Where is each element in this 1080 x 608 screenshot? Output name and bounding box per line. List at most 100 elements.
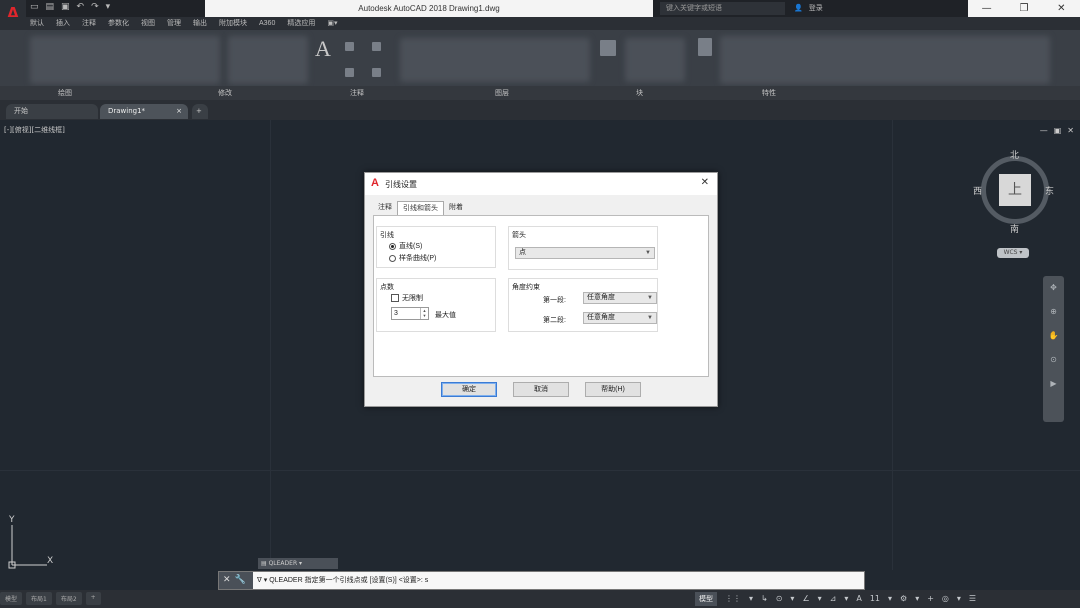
tab-more[interactable]: ▣▾ — [327, 17, 337, 30]
add-layout-button[interactable]: + — [85, 592, 101, 605]
model-space-button[interactable]: 模型 — [695, 592, 717, 606]
tab-attachment[interactable]: 附着 — [444, 201, 468, 215]
workspace-gear-icon[interactable]: ⚙ — [900, 592, 907, 606]
max-points-stepper[interactable]: 3 ▲ ▼ — [391, 307, 429, 320]
viewport-controls-label[interactable]: [-][俯视][二维线框] — [4, 125, 65, 135]
annotation-scale-value[interactable]: 11 — [870, 592, 880, 606]
isodraft-icon[interactable]: ∠ — [802, 592, 809, 606]
tab-leader-and-arrow[interactable]: 引线和箭头 — [397, 201, 444, 215]
straight-radio[interactable] — [389, 242, 396, 250]
snap-dropdown-icon[interactable]: ▾ — [749, 592, 753, 606]
annotation-scale-icon[interactable]: A — [856, 592, 861, 606]
isolate-objects-icon[interactable]: ◎ — [942, 592, 949, 606]
command-line[interactable]: ✕ 🔧 ᐁ ▾ QLEADER 指定第一个引线点或 [设置(S)] <设置>: … — [218, 571, 865, 590]
no-limit-checkbox[interactable] — [391, 294, 399, 302]
new-tab-button[interactable]: + — [192, 104, 208, 119]
panel-label-annotate[interactable]: 注释 — [350, 86, 364, 100]
tab-start[interactable]: 开始 — [6, 104, 98, 119]
cancel-button[interactable]: 取消 — [513, 382, 569, 397]
user-icon[interactable]: 👤 — [794, 2, 803, 15]
isolate-dropdown-icon[interactable]: ▾ — [957, 592, 961, 606]
wcs-menu[interactable]: WCS ▾ — [997, 248, 1029, 258]
insert-block-icon[interactable] — [600, 40, 616, 56]
compass-west[interactable]: 西 — [973, 184, 982, 197]
compass-north[interactable]: 北 — [1010, 148, 1019, 161]
table-icon[interactable] — [345, 68, 354, 77]
grid-icon[interactable]: ⋮⋮ — [725, 592, 741, 606]
showmotion-icon[interactable]: ▶ — [1043, 372, 1064, 396]
object-snap-tracking-icon[interactable]: ⊿ — [830, 592, 837, 606]
undo-icon[interactable]: ↶ — [77, 2, 85, 15]
dialog-close-button[interactable]: ✕ — [701, 177, 709, 188]
save-icon[interactable]: ▣ — [61, 2, 70, 15]
isodraft-dropdown-icon[interactable]: ▾ — [818, 592, 822, 606]
tab-output[interactable]: 输出 — [193, 17, 207, 30]
redo-icon[interactable]: ↷ — [91, 2, 99, 15]
spline-option[interactable]: 样条曲线(P) — [389, 253, 436, 263]
tab-view[interactable]: 视图 — [141, 17, 155, 30]
tab-layout2[interactable]: 布局2 — [55, 592, 82, 605]
text-tool-icon[interactable]: A — [315, 36, 331, 62]
tab-a360[interactable]: A360 — [259, 17, 275, 30]
tab-model[interactable]: 模型 — [0, 592, 23, 605]
tab-layout1[interactable]: 布局1 — [26, 592, 52, 605]
full-navigation-wheel-icon[interactable]: ✥ — [1043, 276, 1064, 300]
polar-tracking-icon[interactable]: ⊙ — [776, 592, 783, 606]
properties-tools-blurred[interactable] — [720, 36, 1050, 84]
stepper-arrows-icon[interactable]: ▲ ▼ — [420, 308, 428, 319]
polar-dropdown-icon[interactable]: ▾ — [790, 592, 794, 606]
ok-button[interactable]: 确定 — [441, 382, 497, 397]
block-tools-blurred[interactable] — [625, 38, 685, 82]
close-tab-icon[interactable]: × — [176, 104, 182, 119]
panel-label-properties[interactable]: 特性 — [762, 86, 776, 100]
ortho-icon[interactable]: ↳ — [761, 592, 768, 606]
tab-annotation[interactable]: 注释 — [373, 201, 397, 215]
tab-manage[interactable]: 管理 — [167, 17, 181, 30]
scale-dropdown-icon[interactable]: ▾ — [888, 592, 892, 606]
tab-default[interactable]: 默认 — [30, 17, 44, 30]
customize-dropdown-icon[interactable]: ▾ — [106, 2, 111, 15]
viewcube-top-face[interactable]: 上 — [999, 174, 1031, 206]
compass-east[interactable]: 东 — [1045, 184, 1054, 197]
panel-label-layers[interactable]: 图层 — [495, 86, 509, 100]
viewport-restore-icon[interactable]: ▣ — [1054, 126, 1062, 135]
zoom-icon[interactable]: ⊕ — [1043, 300, 1064, 324]
panel-label-block[interactable]: 块 — [636, 86, 643, 100]
tab-drawing1[interactable]: Drawing1* × — [100, 104, 188, 119]
panel-label-modify[interactable]: 修改 — [218, 86, 232, 100]
maximize-button[interactable]: ❐ — [1005, 0, 1042, 17]
viewport-close-icon[interactable]: ✕ — [1067, 126, 1074, 135]
straight-option[interactable]: 直线(S) — [389, 241, 422, 251]
layer-tools-blurred[interactable] — [400, 38, 590, 82]
workspace-dropdown-icon[interactable]: ▾ — [915, 592, 919, 606]
tab-addins[interactable]: 附加模块 — [219, 17, 247, 30]
second-segment-select[interactable]: 任意角度 ▼ — [583, 312, 657, 324]
spline-radio[interactable] — [389, 254, 396, 262]
draw-tools-blurred[interactable] — [30, 36, 220, 84]
pan-icon[interactable]: ✋ — [1043, 324, 1064, 348]
first-segment-select[interactable]: 任意角度 ▼ — [583, 292, 657, 304]
command-prompt-text[interactable]: ᐁ ▾ QLEADER 指定第一个引线点或 [设置(S)] <设置>: s — [257, 572, 428, 589]
osnap-dropdown-icon[interactable]: ▾ — [844, 592, 848, 606]
customize-command-line-icon[interactable]: 🔧 — [235, 572, 246, 589]
customization-menu-icon[interactable]: ☰ — [969, 592, 976, 606]
viewcube[interactable]: 上 北 南 东 西 — [973, 148, 1055, 235]
close-button[interactable]: ✕ — [1043, 0, 1080, 17]
annotation-icon[interactable] — [372, 68, 381, 77]
tab-annotate[interactable]: 注释 — [82, 17, 96, 30]
new-file-icon[interactable]: ▭ — [30, 2, 39, 15]
arrowhead-select[interactable]: 点 ▼ — [515, 247, 655, 259]
help-button[interactable]: 帮助(H) — [585, 382, 641, 397]
no-limit-option[interactable]: 无限制 — [391, 293, 423, 303]
minimize-button[interactable]: — — [968, 0, 1005, 17]
panel-label-draw[interactable]: 绘图 — [58, 86, 72, 100]
sign-in-link[interactable]: 登录 — [809, 2, 823, 15]
viewport-minimize-icon[interactable]: — — [1040, 126, 1048, 135]
compass-south[interactable]: 南 — [1010, 222, 1019, 235]
leader-icon[interactable] — [372, 42, 381, 51]
tab-insert[interactable]: 插入 — [56, 17, 70, 30]
match-properties-icon[interactable] — [698, 38, 712, 56]
tab-featured-apps[interactable]: 精选应用 — [287, 17, 315, 30]
annotation-monitor-icon[interactable]: + — [927, 592, 934, 606]
close-command-line-icon[interactable]: ✕ — [223, 572, 231, 589]
